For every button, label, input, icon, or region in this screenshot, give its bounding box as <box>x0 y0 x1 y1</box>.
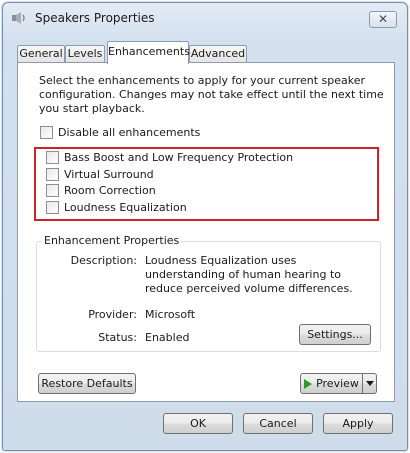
enhancement-bass-boost[interactable]: Bass Boost and Low Frequency Protection <box>46 150 293 165</box>
intro-text: Select the enhancements to apply for you… <box>39 74 384 115</box>
close-icon: ✕ <box>377 12 389 26</box>
preview-button[interactable]: Preview <box>300 373 377 394</box>
preview-dropdown[interactable] <box>362 374 376 393</box>
restore-defaults-button[interactable]: Restore Defaults <box>38 373 136 394</box>
checkbox-box[interactable] <box>46 201 59 214</box>
play-icon <box>304 378 313 389</box>
tab-general[interactable]: General <box>17 45 65 63</box>
disable-all-checkbox[interactable]: Disable all enhancements <box>40 125 200 140</box>
enhancement-label: Virtual Surround <box>64 168 154 181</box>
description-value: Loudness Equalization uses understanding… <box>145 254 353 295</box>
checkbox-box[interactable] <box>46 184 59 197</box>
ok-button[interactable]: OK <box>163 413 233 434</box>
dialog-window: Speakers Properties ✕ General Levels Enh… <box>2 2 408 451</box>
status-label: Status: <box>98 331 137 344</box>
enhancement-properties-group: Enhancement Properties Description: Loud… <box>36 234 381 352</box>
checkbox-box[interactable] <box>46 151 59 164</box>
checkbox-box[interactable] <box>40 126 53 139</box>
enhancement-virtual-surround[interactable]: Virtual Surround <box>46 167 154 182</box>
window-title: Speakers Properties <box>35 11 155 25</box>
apply-button[interactable]: Apply <box>323 413 393 434</box>
provider-label: Provider: <box>88 308 137 321</box>
enhancement-label: Room Correction <box>64 184 156 197</box>
enhancement-label: Loudness Equalization <box>64 201 187 214</box>
enhancement-label: Bass Boost and Low Frequency Protection <box>64 151 294 164</box>
cancel-button[interactable]: Cancel <box>243 413 313 434</box>
enhancement-room-correction[interactable]: Room Correction <box>46 183 156 198</box>
provider-value: Microsoft <box>145 308 196 321</box>
enhancements-panel: Select the enhancements to apply for you… <box>17 62 395 402</box>
preview-main[interactable]: Preview <box>301 374 362 393</box>
preview-label: Preview <box>316 377 359 390</box>
description-label: Description: <box>70 254 137 267</box>
chevron-down-icon <box>365 381 374 386</box>
settings-button[interactable]: Settings... <box>299 324 371 345</box>
disable-all-label: Disable all enhancements <box>58 126 201 139</box>
checkbox-box[interactable] <box>46 168 59 181</box>
tab-advanced[interactable]: Advanced <box>189 45 247 63</box>
speaker-icon <box>12 12 25 24</box>
tab-enhancements[interactable]: Enhancements <box>107 41 190 64</box>
title-bar[interactable]: Speakers Properties ✕ <box>3 3 407 33</box>
enhancement-loudness-equalization[interactable]: Loudness Equalization <box>46 200 187 215</box>
close-button[interactable]: ✕ <box>369 11 397 28</box>
tab-levels[interactable]: Levels <box>65 45 105 63</box>
group-title: Enhancement Properties <box>42 234 182 247</box>
